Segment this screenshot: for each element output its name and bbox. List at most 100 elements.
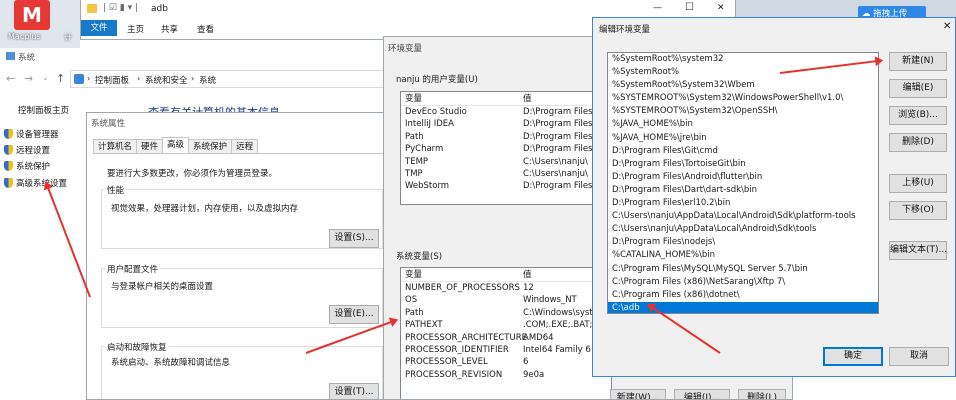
path-entry[interactable]: %SYSTEMROOT%\System32\OpenSSH\ bbox=[608, 105, 878, 118]
browse-button[interactable]: 浏览(B)... bbox=[889, 106, 947, 125]
path-list[interactable]: %SystemRoot%\system32 %SystemRoot% %System… bbox=[607, 52, 879, 314]
sys-var-row[interactable]: PROCESSOR_LEVEL 6 bbox=[401, 356, 611, 368]
sys-new-button[interactable]: 新建(W)... bbox=[610, 389, 666, 399]
startup-settings-button[interactable]: 设置(T)... bbox=[329, 383, 379, 399]
ribbon-tab-file[interactable]: 文件 bbox=[81, 20, 117, 36]
path-entry[interactable]: C:\Users\nanju\AppData\Local\Android\Sdk… bbox=[608, 210, 878, 223]
ribbon-tab-home[interactable]: 主页 bbox=[127, 23, 144, 35]
user-var-row[interactable]: Path D:\Program Files\ bbox=[401, 131, 611, 143]
system-window-icon bbox=[6, 52, 15, 60]
var-value: D:\Program Files\ bbox=[523, 119, 596, 130]
user-var-row[interactable]: TMP C:\Users\nanju\ bbox=[401, 168, 611, 180]
profile-label: 用户配置文件 bbox=[105, 263, 161, 275]
path-entry[interactable]: D:\Program Files\Android\flutter\bin bbox=[608, 171, 878, 184]
ribbon-tab-share[interactable]: 共享 bbox=[161, 23, 178, 35]
new-path-button[interactable]: 新建(N) bbox=[889, 52, 947, 71]
breadcrumb-security[interactable]: 系统和安全 bbox=[145, 74, 188, 86]
user-var-row[interactable]: TEMP C:\Users\nanju\ bbox=[401, 156, 611, 168]
col-val-header[interactable]: 值 bbox=[523, 268, 532, 281]
maximize-button[interactable]: ☐ bbox=[685, 2, 694, 13]
control-panel-icon bbox=[74, 74, 84, 84]
move-up-button[interactable]: 上移(U) bbox=[889, 174, 947, 193]
var-name: TMP bbox=[405, 168, 423, 179]
forward-arrow-icon[interactable]: → bbox=[24, 72, 33, 85]
col-val-header[interactable]: 值 bbox=[523, 92, 532, 105]
nav-remote-settings[interactable]: 远程设置 bbox=[4, 144, 50, 156]
back-arrow-icon[interactable]: ← bbox=[6, 72, 15, 85]
var-value: D:\Program Files\ bbox=[523, 107, 596, 117]
var-name: PROCESSOR_IDENTIFIER bbox=[405, 344, 509, 355]
path-entry[interactable]: %CATALINA_HOME%\bin bbox=[608, 249, 878, 262]
performance-settings-button[interactable]: 设置(S)... bbox=[329, 229, 379, 248]
quick-access-toolbar[interactable]: | ☑ ▮ ▾ | bbox=[103, 3, 138, 13]
var-name: PROCESSOR_REVISION bbox=[405, 369, 503, 380]
minimize-button[interactable]: — bbox=[653, 3, 662, 13]
control-panel-home-link[interactable]: 控制面板主页 bbox=[18, 104, 69, 116]
user-vars-list[interactable]: 变量 值 DevEco Studio D:\Program Files\ Intel… bbox=[400, 91, 612, 205]
var-value: D:\Program Files\ bbox=[523, 181, 596, 192]
col-var-header[interactable]: 变量 bbox=[405, 270, 422, 280]
user-var-row[interactable]: WebStorm D:\Program Files\ bbox=[401, 180, 611, 192]
sys-delete-button[interactable]: 删除(L) bbox=[738, 389, 786, 399]
sys-var-row[interactable]: PROCESSOR_IDENTIFIER Intel64 Family 6 M bbox=[401, 344, 611, 356]
path-entry[interactable]: %JAVA_HOME%\bin bbox=[608, 118, 878, 131]
sysprops-tabs: 计算机名 硬件 高级 系统保护 远程 bbox=[93, 137, 259, 153]
path-entry[interactable]: C:\Program Files (x86)\NetSarang\Xftp 7\ bbox=[608, 276, 878, 289]
path-entry[interactable]: D:\Program Files\Git\cmd bbox=[608, 145, 878, 158]
path-entry[interactable]: D:\Program Files\Dart\dart-sdk\bin bbox=[608, 184, 878, 197]
close-button[interactable]: ✕ bbox=[717, 3, 725, 13]
user-var-row[interactable]: DevEco Studio D:\Program Files\ bbox=[401, 106, 611, 118]
path-entry[interactable]: D:\Program Files\nodejs\ bbox=[608, 236, 878, 249]
cancel-button[interactable]: 取消 bbox=[889, 347, 949, 366]
address-bar[interactable]: › 控制面板 › 系统和安全 › 系统 bbox=[70, 70, 400, 88]
breadcrumb-control-panel[interactable]: 控制面板 bbox=[95, 74, 129, 86]
path-entry[interactable]: %JAVA_HOME%\jre\bin bbox=[608, 132, 878, 145]
user-vars-header: 变量 值 bbox=[401, 92, 611, 106]
path-entry[interactable]: %SystemRoot%\System32\Wbem bbox=[608, 79, 878, 92]
folder-icon bbox=[87, 4, 97, 13]
nav-system-protection[interactable]: 系统保护 bbox=[4, 160, 50, 172]
sys-edit-button[interactable]: 编辑(I)... bbox=[674, 389, 730, 399]
path-entry[interactable]: %SystemRoot% bbox=[608, 66, 878, 79]
user-var-row[interactable]: PyCharm D:\Program Files\ bbox=[401, 143, 611, 155]
profile-settings-button[interactable]: 设置(E)... bbox=[329, 305, 379, 324]
delete-path-button[interactable]: 删除(D) bbox=[889, 133, 947, 152]
edit-env-title: 编辑环境变量 bbox=[599, 25, 651, 35]
ok-button[interactable]: 确定 bbox=[823, 347, 883, 366]
move-down-button[interactable]: 下移(O) bbox=[889, 201, 947, 220]
col-var-header[interactable]: 变量 bbox=[405, 94, 422, 104]
tab-system-protection[interactable]: 系统保护 bbox=[188, 139, 233, 153]
nav-advanced-settings[interactable]: 高级系统设置 bbox=[4, 177, 67, 189]
sys-var-row[interactable]: Path C:\Windows\syste bbox=[401, 307, 611, 319]
system-window-title: 系统 bbox=[18, 53, 36, 63]
path-entry[interactable]: C:\Program Files\MySQL\MySQL Server 5.7\… bbox=[608, 263, 878, 276]
breadcrumb-system[interactable]: 系统 bbox=[199, 74, 216, 86]
tab-advanced[interactable]: 高级 bbox=[162, 137, 190, 153]
ribbon-tab-view[interactable]: 查看 bbox=[197, 23, 214, 35]
sys-var-row[interactable]: OS Windows_NT bbox=[401, 294, 611, 306]
path-entry[interactable]: D:\Program Files\TortoiseGit\bin bbox=[608, 158, 878, 171]
edit-path-button[interactable]: 编辑(E) bbox=[889, 79, 947, 98]
edit-text-button[interactable]: 编辑文本(T)... bbox=[889, 241, 947, 260]
sys-var-row[interactable]: PROCESSOR_ARCHITECTURE AMD64 bbox=[401, 332, 611, 344]
shield-icon bbox=[4, 161, 13, 171]
breadcrumb-sep-icon: › bbox=[191, 74, 195, 83]
sys-vars-list[interactable]: 变量 值 NUMBER_OF_PROCESSORS 12 OS Windows_NT P… bbox=[400, 267, 612, 399]
sys-var-row[interactable]: PROCESSOR_REVISION 9e0a bbox=[401, 369, 611, 381]
tab-computer-name[interactable]: 计算机名 bbox=[93, 139, 138, 153]
close-icon[interactable]: ✕ bbox=[943, 21, 951, 32]
up-arrow-icon[interactable]: ↑ bbox=[56, 72, 65, 85]
var-value: C:\Users\nanju\ bbox=[523, 156, 588, 167]
sys-var-row[interactable]: NUMBER_OF_PROCESSORS 12 bbox=[401, 282, 611, 294]
nav-device-manager[interactable]: 设备管理器 bbox=[4, 128, 59, 140]
macplus-app-icon[interactable]: M bbox=[14, 0, 50, 30]
user-var-row[interactable]: IntelliJ IDEA D:\Program Files\ bbox=[401, 118, 611, 130]
dropdown-arrow-icon[interactable]: ⌄ bbox=[42, 73, 49, 82]
path-entry[interactable]: D:\Program Files\erl10.2\bin bbox=[608, 197, 878, 210]
sys-var-row[interactable]: PATHEXT .COM;.EXE;.BAT;. bbox=[401, 319, 611, 331]
path-entry[interactable]: %SYSTEMROOT%\System32\WindowsPowerShell\… bbox=[608, 92, 878, 105]
tab-remote[interactable]: 远程 bbox=[231, 139, 259, 153]
var-name: Path bbox=[405, 131, 424, 142]
path-entry[interactable]: C:\Users\nanju\AppData\Local\Android\Sdk… bbox=[608, 223, 878, 236]
tab-hardware[interactable]: 硬件 bbox=[136, 139, 164, 153]
